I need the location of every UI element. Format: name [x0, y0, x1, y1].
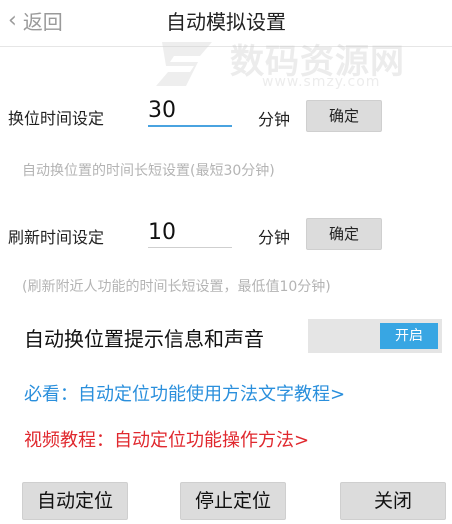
switch-interval-label: 换位时间设定	[8, 109, 105, 128]
video-tutorial-link[interactable]: 视频教程：自动定位功能操作方法>	[24, 426, 309, 452]
notify-toggle-label: 自动换位置提示信息和声音	[24, 327, 264, 351]
watermark: 数码资源网 www.smzy.com	[152, 34, 422, 94]
stop-locate-button[interactable]: 停止定位	[180, 482, 286, 520]
refresh-interval-input[interactable]	[148, 220, 232, 248]
switch-interval-input[interactable]	[148, 98, 232, 127]
refresh-interval-label: 刷新时间设定	[8, 228, 105, 247]
auto-locate-button[interactable]: 自动定位	[22, 482, 128, 520]
notify-toggle-state: 开启	[380, 323, 438, 349]
notify-toggle[interactable]: 开启	[308, 319, 442, 353]
switch-interval-hint: 自动换位置的时间长短设置(最短30分钟)	[22, 163, 275, 179]
watermark-url: www.smzy.com	[262, 74, 381, 90]
refresh-interval-confirm-button[interactable]: 确定	[306, 218, 382, 250]
page-title: 自动模拟设置	[166, 10, 286, 34]
refresh-interval-hint: (刷新附近人功能的时间长短设置，最低值10分钟)	[22, 279, 331, 295]
header-divider	[0, 46, 452, 47]
close-button[interactable]: 关闭	[340, 482, 446, 520]
switch-interval-confirm-button[interactable]: 确定	[306, 100, 382, 132]
watermark-logo-icon	[156, 42, 212, 86]
text-tutorial-link[interactable]: 必看：自动定位功能使用方法文字教程>	[24, 380, 345, 406]
switch-interval-unit: 分钟	[258, 110, 291, 129]
refresh-interval-unit: 分钟	[258, 228, 291, 247]
watermark-text: 数码资源网	[230, 42, 405, 82]
